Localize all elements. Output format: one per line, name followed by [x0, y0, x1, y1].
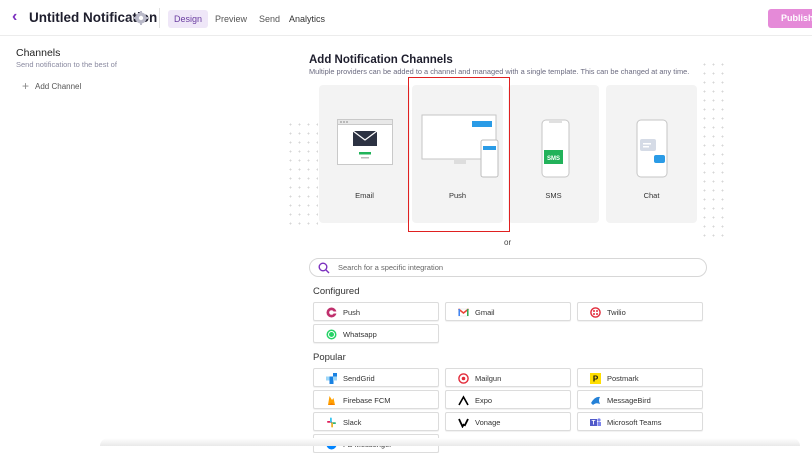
channel-label-chat: Chat: [643, 191, 660, 200]
integration-label: Gmail: [475, 308, 495, 317]
svg-text:SMS: SMS: [547, 156, 560, 162]
add-channel-label: Add Channel: [35, 82, 82, 91]
selection-highlight: [408, 77, 510, 232]
main-subtitle: Multiple providers can be added to a cha…: [309, 67, 690, 76]
integration-search-input[interactable]: Search for a specific integration: [309, 258, 707, 277]
email-illustration-icon: [337, 119, 393, 165]
firebase-icon: [328, 396, 335, 405]
integration-sendgrid[interactable]: SendGrid: [313, 368, 439, 387]
vonage-icon: [458, 418, 469, 428]
integration-slack[interactable]: Slack: [313, 412, 439, 431]
integration-label: Twilio: [607, 308, 626, 317]
courier-push-icon: [326, 307, 337, 318]
sidebar-subtitle: Send notification to the best of: [16, 60, 117, 69]
chat-illustration-icon: [636, 119, 668, 178]
twilio-icon: [590, 307, 601, 318]
add-channel-button[interactable]: + Add Channel: [22, 79, 81, 93]
dot-pattern-left: [286, 120, 318, 230]
messagebird-icon: [591, 396, 600, 405]
expo-icon: [458, 395, 469, 406]
integration-teams[interactable]: T Microsoft Teams: [577, 412, 703, 431]
integration-expo[interactable]: Expo: [445, 390, 571, 409]
plus-icon: +: [22, 79, 30, 93]
gmail-icon: [458, 308, 469, 317]
main-title: Add Notification Channels: [309, 54, 453, 66]
configured-heading: Configured: [313, 286, 360, 297]
tab-design[interactable]: Design: [168, 10, 209, 28]
channel-label-sms: SMS: [545, 191, 562, 200]
integration-label: Mailgun: [475, 374, 502, 383]
sms-illustration-icon: SMS: [541, 119, 570, 178]
gear-icon[interactable]: [134, 11, 148, 25]
integration-messagebird[interactable]: MessageBird: [577, 390, 703, 409]
mailgun-icon: [458, 373, 469, 384]
integration-push[interactable]: Push: [313, 302, 439, 321]
integration-gmail[interactable]: Gmail: [445, 302, 571, 321]
top-bar: ‹ Untitled Notification Design Preview S…: [0, 0, 812, 36]
tab-analytics[interactable]: Analytics: [289, 10, 325, 28]
integration-label: Firebase FCM: [343, 396, 391, 405]
integration-twilio[interactable]: Twilio: [577, 302, 703, 321]
sendgrid-icon: [326, 373, 337, 384]
tab-preview[interactable]: Preview: [215, 10, 247, 28]
slack-icon: [327, 417, 336, 428]
or-separator: or: [504, 238, 512, 247]
integration-vonage[interactable]: Vonage: [445, 412, 571, 431]
tab-send[interactable]: Send: [259, 10, 280, 28]
integration-postmark[interactable]: P Postmark: [577, 368, 703, 387]
sidebar-title: Channels: [16, 47, 61, 59]
integration-label: Postmark: [607, 374, 639, 383]
publish-button[interactable]: Publish: [768, 9, 812, 28]
integration-label: Whatsapp: [343, 330, 377, 339]
integration-label: SendGrid: [343, 374, 375, 383]
svg-text:P: P: [593, 375, 599, 384]
integration-whatsapp[interactable]: Whatsapp: [313, 324, 439, 343]
integration-firebase[interactable]: Firebase FCM: [313, 390, 439, 409]
integration-mailgun[interactable]: Mailgun: [445, 368, 571, 387]
dot-pattern-right: [700, 60, 728, 240]
postmark-icon: P: [590, 373, 601, 384]
bottom-edge-shadow: [100, 438, 800, 446]
channel-card-email[interactable]: Email: [319, 85, 410, 223]
integration-label: Microsoft Teams: [607, 418, 662, 427]
integration-label: Slack: [343, 418, 362, 427]
search-placeholder: Search for a specific integration: [338, 263, 444, 272]
whatsapp-icon: [326, 329, 337, 340]
integration-label: Expo: [475, 396, 493, 405]
channel-card-chat[interactable]: Chat: [606, 85, 697, 223]
integration-label: MessageBird: [607, 396, 651, 405]
channel-label-email: Email: [355, 191, 374, 200]
search-icon: [318, 262, 330, 274]
teams-icon: T: [590, 418, 601, 427]
popular-heading: Popular: [313, 352, 346, 363]
integration-label: Vonage: [475, 418, 501, 427]
header-divider: [159, 8, 160, 28]
svg-text:T: T: [592, 421, 596, 427]
integration-label: Push: [343, 308, 361, 317]
channel-card-sms[interactable]: SMS SMS: [508, 85, 599, 223]
back-arrow-icon[interactable]: ‹: [12, 9, 17, 25]
